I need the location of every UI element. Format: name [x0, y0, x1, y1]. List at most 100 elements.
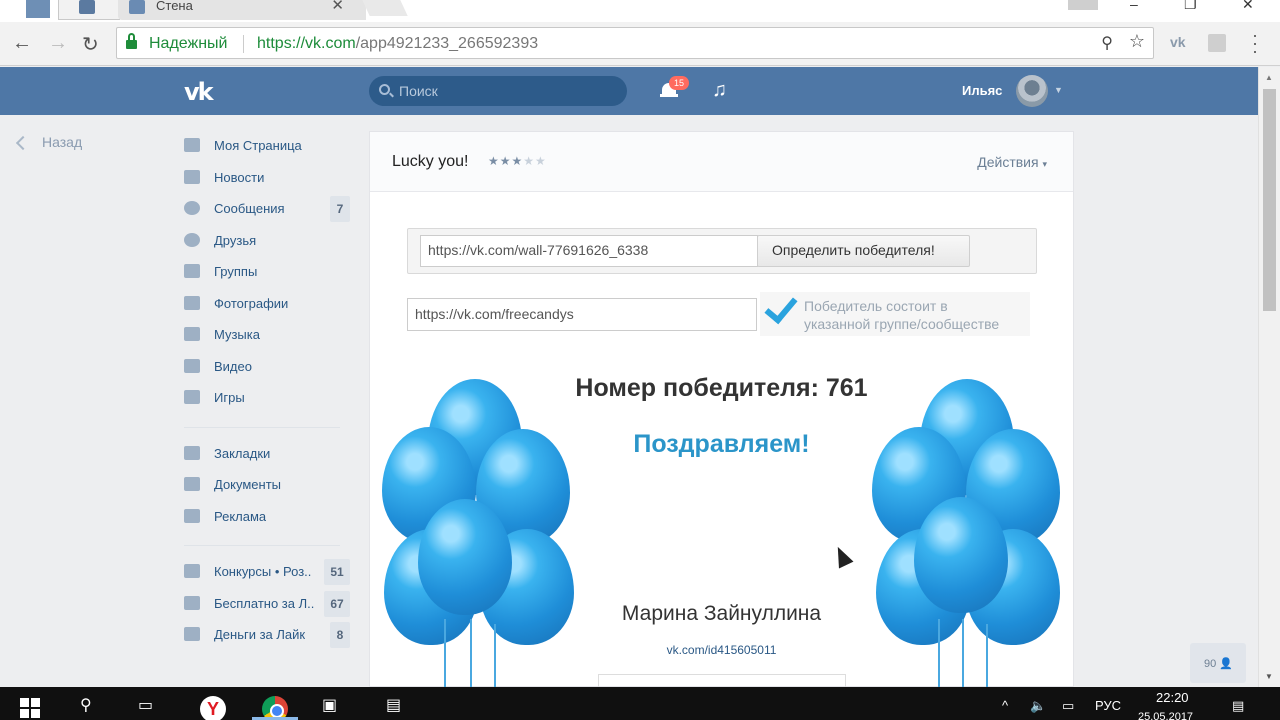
vk-extension-icon[interactable]: vk: [1170, 34, 1186, 50]
left-sidebar: Моя Страница Новости Сообщения 7 Друзья Г…: [184, 130, 354, 651]
groups-icon: [184, 264, 200, 278]
sidebar-item-documents[interactable]: Документы: [184, 469, 354, 501]
group-member-checkbox[interactable]: Победитель состоит в указанной группе/соо…: [760, 289, 1030, 336]
actions-dropdown[interactable]: Действия ▾: [977, 154, 1047, 170]
new-tab-button[interactable]: [362, 0, 408, 16]
scroll-up-icon[interactable]: ▲: [1265, 73, 1273, 82]
language-indicator[interactable]: РУС: [1095, 698, 1121, 713]
chevron-down-icon[interactable]: ▼: [1054, 85, 1063, 95]
checkbox-label: Победитель состоит в указанной группе/соо…: [804, 298, 1000, 332]
group-url-input[interactable]: https://vk.com/freecandys: [407, 298, 757, 331]
determine-winner-button[interactable]: Определить победителя!: [757, 235, 970, 267]
music-note-icon[interactable]: ♫: [712, 79, 727, 102]
scroll-down-icon[interactable]: ▼: [1265, 672, 1273, 681]
windows-start-icon[interactable]: [20, 698, 40, 718]
count-badge: 7: [330, 196, 350, 222]
task-view-icon[interactable]: ▭: [138, 695, 153, 715]
rating-stars: ★★★★★: [488, 154, 547, 168]
sidebar-item-group-money[interactable]: Деньги за Лайк 8: [184, 619, 354, 651]
clock-time[interactable]: 22:20: [1156, 690, 1189, 705]
avatar[interactable]: [1016, 75, 1048, 107]
post-url-input[interactable]: https://vk.com/wall-77691626_6338: [420, 235, 758, 267]
secure-label: Надежный: [149, 35, 228, 52]
volume-icon[interactable]: 🔈: [1030, 698, 1046, 714]
yandex-browser-icon[interactable]: Y: [200, 696, 226, 720]
browser-tab-stena[interactable]: Стена ✕: [118, 0, 366, 20]
sidebar-item-music[interactable]: Музыка: [184, 319, 354, 351]
bookmark-star-icon[interactable]: ☆: [1129, 31, 1145, 52]
back-link[interactable]: Назад: [15, 134, 83, 151]
online-friends-button[interactable]: 90 👤: [1190, 643, 1246, 683]
sidebar-item-groups[interactable]: Группы: [184, 256, 354, 288]
app-title: Lucky you!: [392, 153, 469, 170]
count-badge: 67: [324, 590, 350, 617]
lock-icon: [126, 33, 137, 49]
sidebar-item-games[interactable]: Игры: [184, 382, 354, 414]
person-icon: 👤: [1219, 658, 1234, 670]
count-badge: 51: [324, 559, 350, 585]
back-label: Назад: [42, 134, 83, 150]
winner-number: Номер победителя: 761: [575, 374, 868, 402]
app-header: Lucky you! ★★★★★ Действия ▾: [370, 132, 1073, 192]
chevron-up-icon[interactable]: ^: [1002, 698, 1008, 713]
tab-close-icon[interactable]: ✕: [331, 0, 344, 14]
megaphone-icon: [184, 508, 200, 523]
sidebar-divider: [184, 426, 340, 428]
sidebar-item-bookmarks[interactable]: Закладки: [184, 438, 354, 470]
page-scrollbar[interactable]: ▲ ▼: [1258, 67, 1280, 687]
search-input[interactable]: Поиск: [369, 76, 627, 106]
chevron-left-icon: [15, 135, 31, 151]
document-icon: [184, 477, 200, 491]
url-text: https://vk.com/app4921233_266592393: [257, 35, 539, 52]
restore-icon[interactable]: ❐: [1184, 0, 1197, 13]
user-name[interactable]: Ильяс: [962, 83, 1002, 98]
congrats-heading: Поздравляем!: [633, 430, 810, 458]
sidebar-divider: [184, 545, 340, 546]
sidebar-item-video[interactable]: Видео: [184, 351, 354, 383]
window-close-icon[interactable]: ✕: [1242, 0, 1254, 13]
sidebar-item-ads[interactable]: Реклама: [184, 501, 354, 533]
chevron-down-icon: ▾: [1042, 159, 1047, 169]
pdf-extension-icon[interactable]: [1208, 34, 1226, 52]
search-icon: [379, 84, 390, 95]
back-arrow-icon[interactable]: ←: [12, 32, 32, 55]
sidebar-item-group-contests[interactable]: Конкурсы • Роз.. 51: [184, 556, 354, 588]
address-bar[interactable]: Надежный https://vk.com/app4921233_26659…: [116, 27, 1154, 59]
vk-logo[interactable]: vk: [184, 78, 214, 106]
browser-menu-icon[interactable]: · · ·: [1252, 26, 1258, 60]
scrollbar-thumb[interactable]: [1263, 89, 1276, 311]
sidebar-item-news[interactable]: Новости: [184, 162, 354, 194]
notepad-icon[interactable]: ▤: [386, 695, 401, 715]
action-center-icon[interactable]: ▤: [1232, 698, 1244, 714]
app-card: Lucky you! ★★★★★ Действия ▾ https://vk.c…: [369, 131, 1074, 694]
gamepad-icon: [184, 390, 200, 404]
zoom-icon[interactable]: ⚲: [1101, 33, 1113, 53]
profile-button[interactable]: [1068, 0, 1098, 10]
forward-arrow-icon[interactable]: →: [48, 32, 68, 55]
browser-tab-app[interactable]: [58, 0, 120, 20]
battery-icon[interactable]: ▭: [1062, 698, 1074, 714]
camera-icon: [184, 295, 200, 310]
sidebar-item-messages[interactable]: Сообщения 7: [184, 193, 354, 225]
home-icon: [184, 138, 200, 152]
pinned-tab-icon[interactable]: [26, 0, 50, 18]
group-icon: [184, 627, 200, 641]
messages-icon: [184, 201, 200, 215]
sidebar-item-friends[interactable]: Друзья: [184, 225, 354, 257]
browser-tabstrip: Стена ✕ – ❐ ✕: [0, 0, 1280, 22]
app-window-icon[interactable]: ▣: [322, 695, 337, 715]
winner-profile-link[interactable]: vk.com/id415605011: [370, 643, 1073, 657]
star-icon: [184, 445, 200, 460]
news-icon: [184, 169, 200, 184]
winner-name[interactable]: Марина Зайнуллина: [370, 602, 1073, 626]
count-badge: 8: [330, 622, 350, 648]
search-icon[interactable]: ⚲: [80, 695, 92, 715]
reload-icon[interactable]: ↻: [82, 32, 99, 57]
sidebar-item-my-page[interactable]: Моя Страница: [184, 130, 354, 162]
minimize-icon[interactable]: –: [1130, 0, 1138, 12]
post-url-panel: https://vk.com/wall-77691626_6338 Опреде…: [407, 228, 1037, 274]
browser-toolbar: ← → ↻ Надежный https://vk.com/app4921233…: [0, 22, 1280, 66]
sidebar-item-group-free[interactable]: Бесплатно за Л.. 67: [184, 588, 354, 620]
clock-date[interactable]: 25.05.2017: [1138, 711, 1193, 720]
sidebar-item-photos[interactable]: Фотографии: [184, 288, 354, 320]
